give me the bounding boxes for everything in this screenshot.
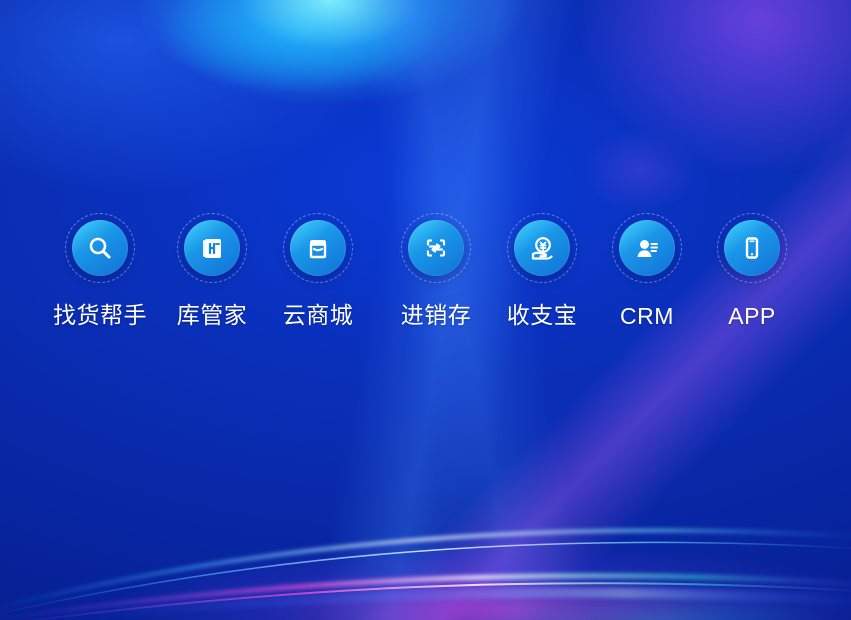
app-icon-row: 找货帮手 库管家 云商城 进销存 收支宝 CRM APP <box>0 213 851 353</box>
icon-disc <box>619 220 675 276</box>
mobile-phone-icon <box>736 232 768 264</box>
icon-disc <box>72 220 128 276</box>
icon-disc <box>408 220 464 276</box>
app-label: 云商城 <box>282 303 354 329</box>
icon-disc <box>184 220 240 276</box>
store-icon <box>302 232 334 264</box>
app-label: 库管家 <box>176 303 248 329</box>
coin-hand-icon <box>526 232 558 264</box>
notebook-icon <box>196 232 228 264</box>
transfer-icon <box>420 232 452 264</box>
app-label: 进销存 <box>400 303 472 329</box>
app-label: CRM <box>620 303 674 329</box>
icon-disc <box>514 220 570 276</box>
icon-disc <box>290 220 346 276</box>
icon-disc <box>724 220 780 276</box>
app-label: 收支宝 <box>506 303 578 329</box>
bottom-light-arcs <box>0 529 851 620</box>
app-label: APP <box>728 303 776 329</box>
app-label: 找货帮手 <box>53 303 147 329</box>
contact-card-icon <box>631 232 663 264</box>
search-icon <box>84 232 116 264</box>
